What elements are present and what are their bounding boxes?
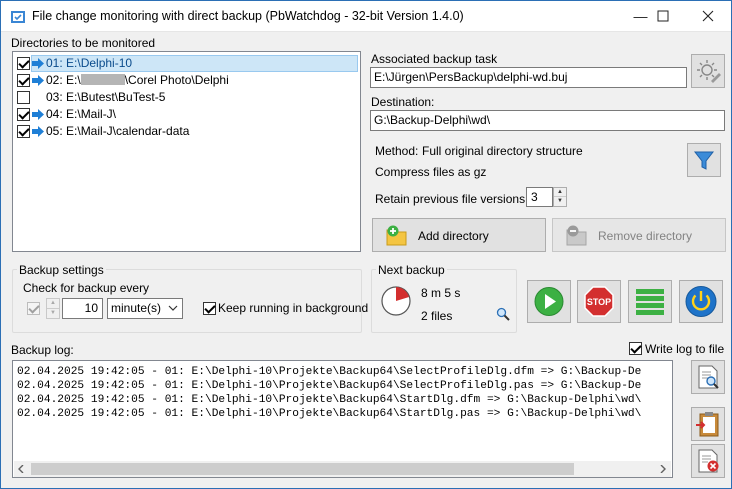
remove-directory-label: Remove directory [598,229,693,243]
remove-folder-icon [566,225,587,246]
window-title: File change monitoring with direct backu… [32,9,464,23]
power-icon [685,286,717,317]
stop-icon: STOP [584,286,614,317]
chevron-down-icon [168,305,178,311]
list-item-label: 01: E:\Delphi-10 [46,56,133,70]
play-icon [534,287,564,316]
keep-running-checkbox[interactable] [203,302,216,315]
close-button[interactable] [686,1,731,32]
remove-directory-button[interactable]: Remove directory [552,218,726,252]
list-item[interactable]: 05: E:\Mail-J\calendar-data [13,123,360,140]
arrow-right-icon [32,75,44,86]
check-every-label: Check for backup every [23,281,150,295]
next-backup-files: 2 files [421,309,453,323]
arrow-right-icon [32,58,44,69]
search-icon[interactable] [496,307,510,321]
app-icon [11,11,25,23]
list-item[interactable]: 03: E:\Butest\BuTest-5 [13,89,360,106]
document-search-icon [698,365,719,389]
log-line: 02.04.2025 19:42:05 - 01: E:\Delphi-10\P… [17,380,642,392]
destination-field[interactable]: G:\Backup-Delphi\wd\ [370,110,725,131]
arrow-right-icon [32,126,44,137]
log-line: 02.04.2025 19:42:05 - 01: E:\Delphi-10\P… [17,366,642,378]
spin-up-icon[interactable]: ▲ [554,188,566,197]
stop-button[interactable]: STOP [577,280,621,323]
method-value: Full original directory structure [422,144,583,158]
next-backup-time: 8 m 5 s [421,286,461,300]
maximize-icon [657,10,669,22]
checkbox[interactable] [17,57,30,70]
checkbox[interactable] [17,74,30,87]
add-directory-button[interactable]: Add directory [372,218,546,252]
write-log-label: Write log to file [645,342,725,356]
close-icon [702,10,714,22]
spin-up-icon[interactable]: ▲ [47,299,59,309]
list-item[interactable]: 04: E:\Mail-J\ [13,106,360,123]
filter-button[interactable] [687,143,721,177]
directory-list[interactable]: 01: E:\Delphi-10 02: E:\ \Corel Photo\Del… [12,51,361,252]
retain-input[interactable]: 3 [526,187,553,207]
gear-icon [697,60,721,83]
spin-down-icon[interactable]: ▼ [47,309,59,319]
copy-log-button[interactable] [691,407,725,441]
scrollbar-thumb[interactable] [31,463,574,475]
log-line: 02.04.2025 19:42:05 - 01: E:\Delphi-10\P… [17,408,642,420]
svg-text:STOP: STOP [587,297,611,307]
main-window: File change monitoring with direct backu… [0,0,732,489]
arrow-right-icon [32,109,44,120]
horizontal-scrollbar[interactable] [14,461,671,477]
compress-value: Compress files as gz [375,165,487,179]
interval-spinner-left[interactable]: ▲ ▼ [46,298,60,319]
list-item-label: 05: E:\Mail-J\calendar-data [46,124,190,138]
unit-select[interactable]: minute(s) [107,298,183,319]
list-item[interactable]: 02: E:\ \Corel Photo\Delphi [13,72,360,89]
backup-log-heading: Backup log: [11,343,74,357]
list-icon [636,289,664,315]
destination-heading: Destination: [371,95,435,109]
path-start: 02: E:\ [46,73,81,87]
title-bar: File change monitoring with direct backu… [1,1,731,32]
keep-running-label: Keep running in background [218,301,369,315]
clipboard-icon [696,412,719,437]
backup-task-field[interactable]: E:\Jürgen\PersBackup\delphi-wd.buj [370,67,687,88]
view-log-button[interactable] [691,360,725,394]
maximize-button[interactable] [641,1,686,32]
task-heading: Associated backup task [371,52,498,66]
list-item-label: 02: E:\ \Corel Photo\Delphi [46,73,229,87]
chevron-left-icon[interactable] [17,465,25,473]
checkbox[interactable] [17,108,30,121]
chevron-right-icon[interactable] [659,465,667,473]
spin-down-icon[interactable]: ▼ [554,197,566,206]
list-item-label: 04: E:\Mail-J\ [46,107,117,121]
directories-heading: Directories to be monitored [11,36,156,50]
checkbox[interactable] [17,91,30,104]
clear-log-button[interactable] [691,444,725,478]
log-view-button[interactable] [628,280,672,323]
write-log-checkbox[interactable] [629,342,642,355]
unit-select-value: minute(s) [111,301,162,315]
list-item-label: 03: E:\Butest\BuTest-5 [46,90,166,104]
power-button[interactable] [679,280,723,323]
interval-input[interactable]: 10 [62,298,103,319]
backup-settings-heading: Backup settings [17,263,106,277]
check-interval-checkbox[interactable] [27,302,40,315]
backup-log[interactable]: 02.04.2025 19:42:05 - 01: E:\Delphi-10\P… [12,360,673,478]
method-label: Method: [375,144,419,158]
retain-label: Retain previous file versions: [375,192,529,206]
delete-document-icon [698,449,719,473]
filter-icon [693,151,715,170]
add-folder-icon [386,225,407,246]
timer-icon [381,286,411,316]
list-item[interactable]: 01: E:\Delphi-10 [13,55,360,72]
next-backup-heading: Next backup [376,263,447,277]
redacted-block [80,74,125,85]
checkbox[interactable] [17,125,30,138]
log-line: 02.04.2025 19:42:05 - 01: E:\Delphi-10\P… [17,394,642,406]
start-button[interactable] [527,280,571,323]
settings-button[interactable] [691,54,725,88]
retain-spinner[interactable]: ▲ ▼ [553,187,567,207]
add-directory-label: Add directory [418,229,489,243]
path-end: \Corel Photo\Delphi [124,73,229,87]
